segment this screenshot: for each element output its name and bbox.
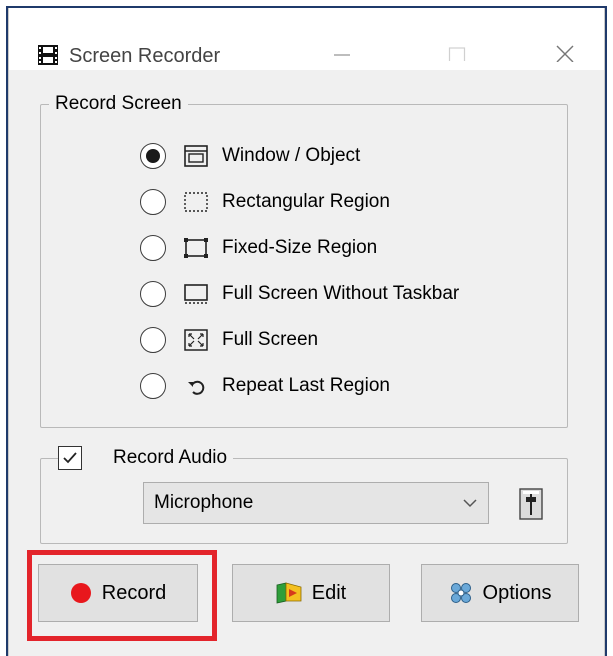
- minimize-icon: [334, 54, 350, 56]
- radio-button[interactable]: [140, 235, 166, 261]
- option-window-object[interactable]: Window / Object: [140, 141, 360, 171]
- repeat-region-icon: [182, 372, 210, 400]
- radio-selected-dot: [146, 149, 160, 163]
- option-label: Window / Object: [222, 145, 361, 166]
- record-button[interactable]: Record: [38, 564, 198, 622]
- film-strip-icon: [37, 44, 59, 66]
- record-audio-label: Record Audio: [77, 447, 234, 469]
- option-label: Full Screen: [222, 329, 319, 350]
- option-rectangular-region[interactable]: Rectangular Region: [140, 187, 390, 217]
- record-screen-legend: Record Screen: [49, 93, 188, 115]
- checkmark-icon: [63, 452, 77, 464]
- close-icon: [556, 45, 574, 62]
- option-label: Fixed-Size Region: [222, 237, 378, 258]
- option-label: Full Screen Without Taskbar: [222, 283, 460, 304]
- window-object-icon: [182, 142, 210, 170]
- record-audio-checkbox[interactable]: [58, 446, 82, 470]
- option-fullscreen[interactable]: Full Screen: [140, 325, 318, 355]
- fullscreen-icon: [182, 326, 210, 354]
- options-button-label: Options: [482, 581, 552, 604]
- minimize-button[interactable]: [314, 32, 370, 72]
- radio-button[interactable]: [140, 189, 166, 215]
- maximize-button[interactable]: [429, 32, 485, 72]
- radio-button[interactable]: [140, 281, 166, 307]
- option-repeat-last-region[interactable]: Repeat Last Region: [140, 371, 390, 401]
- edit-button[interactable]: Edit: [232, 564, 390, 622]
- audio-settings-button[interactable]: [516, 487, 546, 521]
- option-fixed-size-region[interactable]: Fixed-Size Region: [140, 233, 377, 263]
- radio-button[interactable]: [140, 327, 166, 353]
- record-dot-icon: [70, 582, 92, 604]
- title-bar: Screen Recorder: [9, 8, 604, 70]
- option-label: Repeat Last Region: [222, 375, 390, 396]
- window-title: Screen Recorder: [69, 45, 221, 67]
- edit-button-label: Edit: [311, 581, 347, 604]
- audio-source-select[interactable]: Microphone: [143, 482, 489, 524]
- audio-source-value: Microphone: [154, 492, 254, 513]
- option-fullscreen-without-taskbar[interactable]: Full Screen Without Taskbar: [140, 279, 459, 309]
- fixed-size-region-icon: [182, 234, 210, 262]
- audio-mixer-icon: [519, 488, 543, 520]
- radio-button[interactable]: [140, 143, 166, 169]
- edit-film-icon: [276, 581, 302, 605]
- close-button[interactable]: [537, 32, 593, 72]
- options-button[interactable]: Options: [421, 564, 579, 622]
- radio-button[interactable]: [140, 373, 166, 399]
- gear-icon: [449, 581, 473, 605]
- option-label: Rectangular Region: [222, 191, 390, 212]
- maximize-icon: [448, 47, 466, 61]
- record-button-label: Record: [101, 581, 167, 604]
- chevron-down-icon: [462, 495, 478, 517]
- fullscreen-no-taskbar-icon: [182, 280, 210, 308]
- rectangular-region-icon: [182, 188, 210, 216]
